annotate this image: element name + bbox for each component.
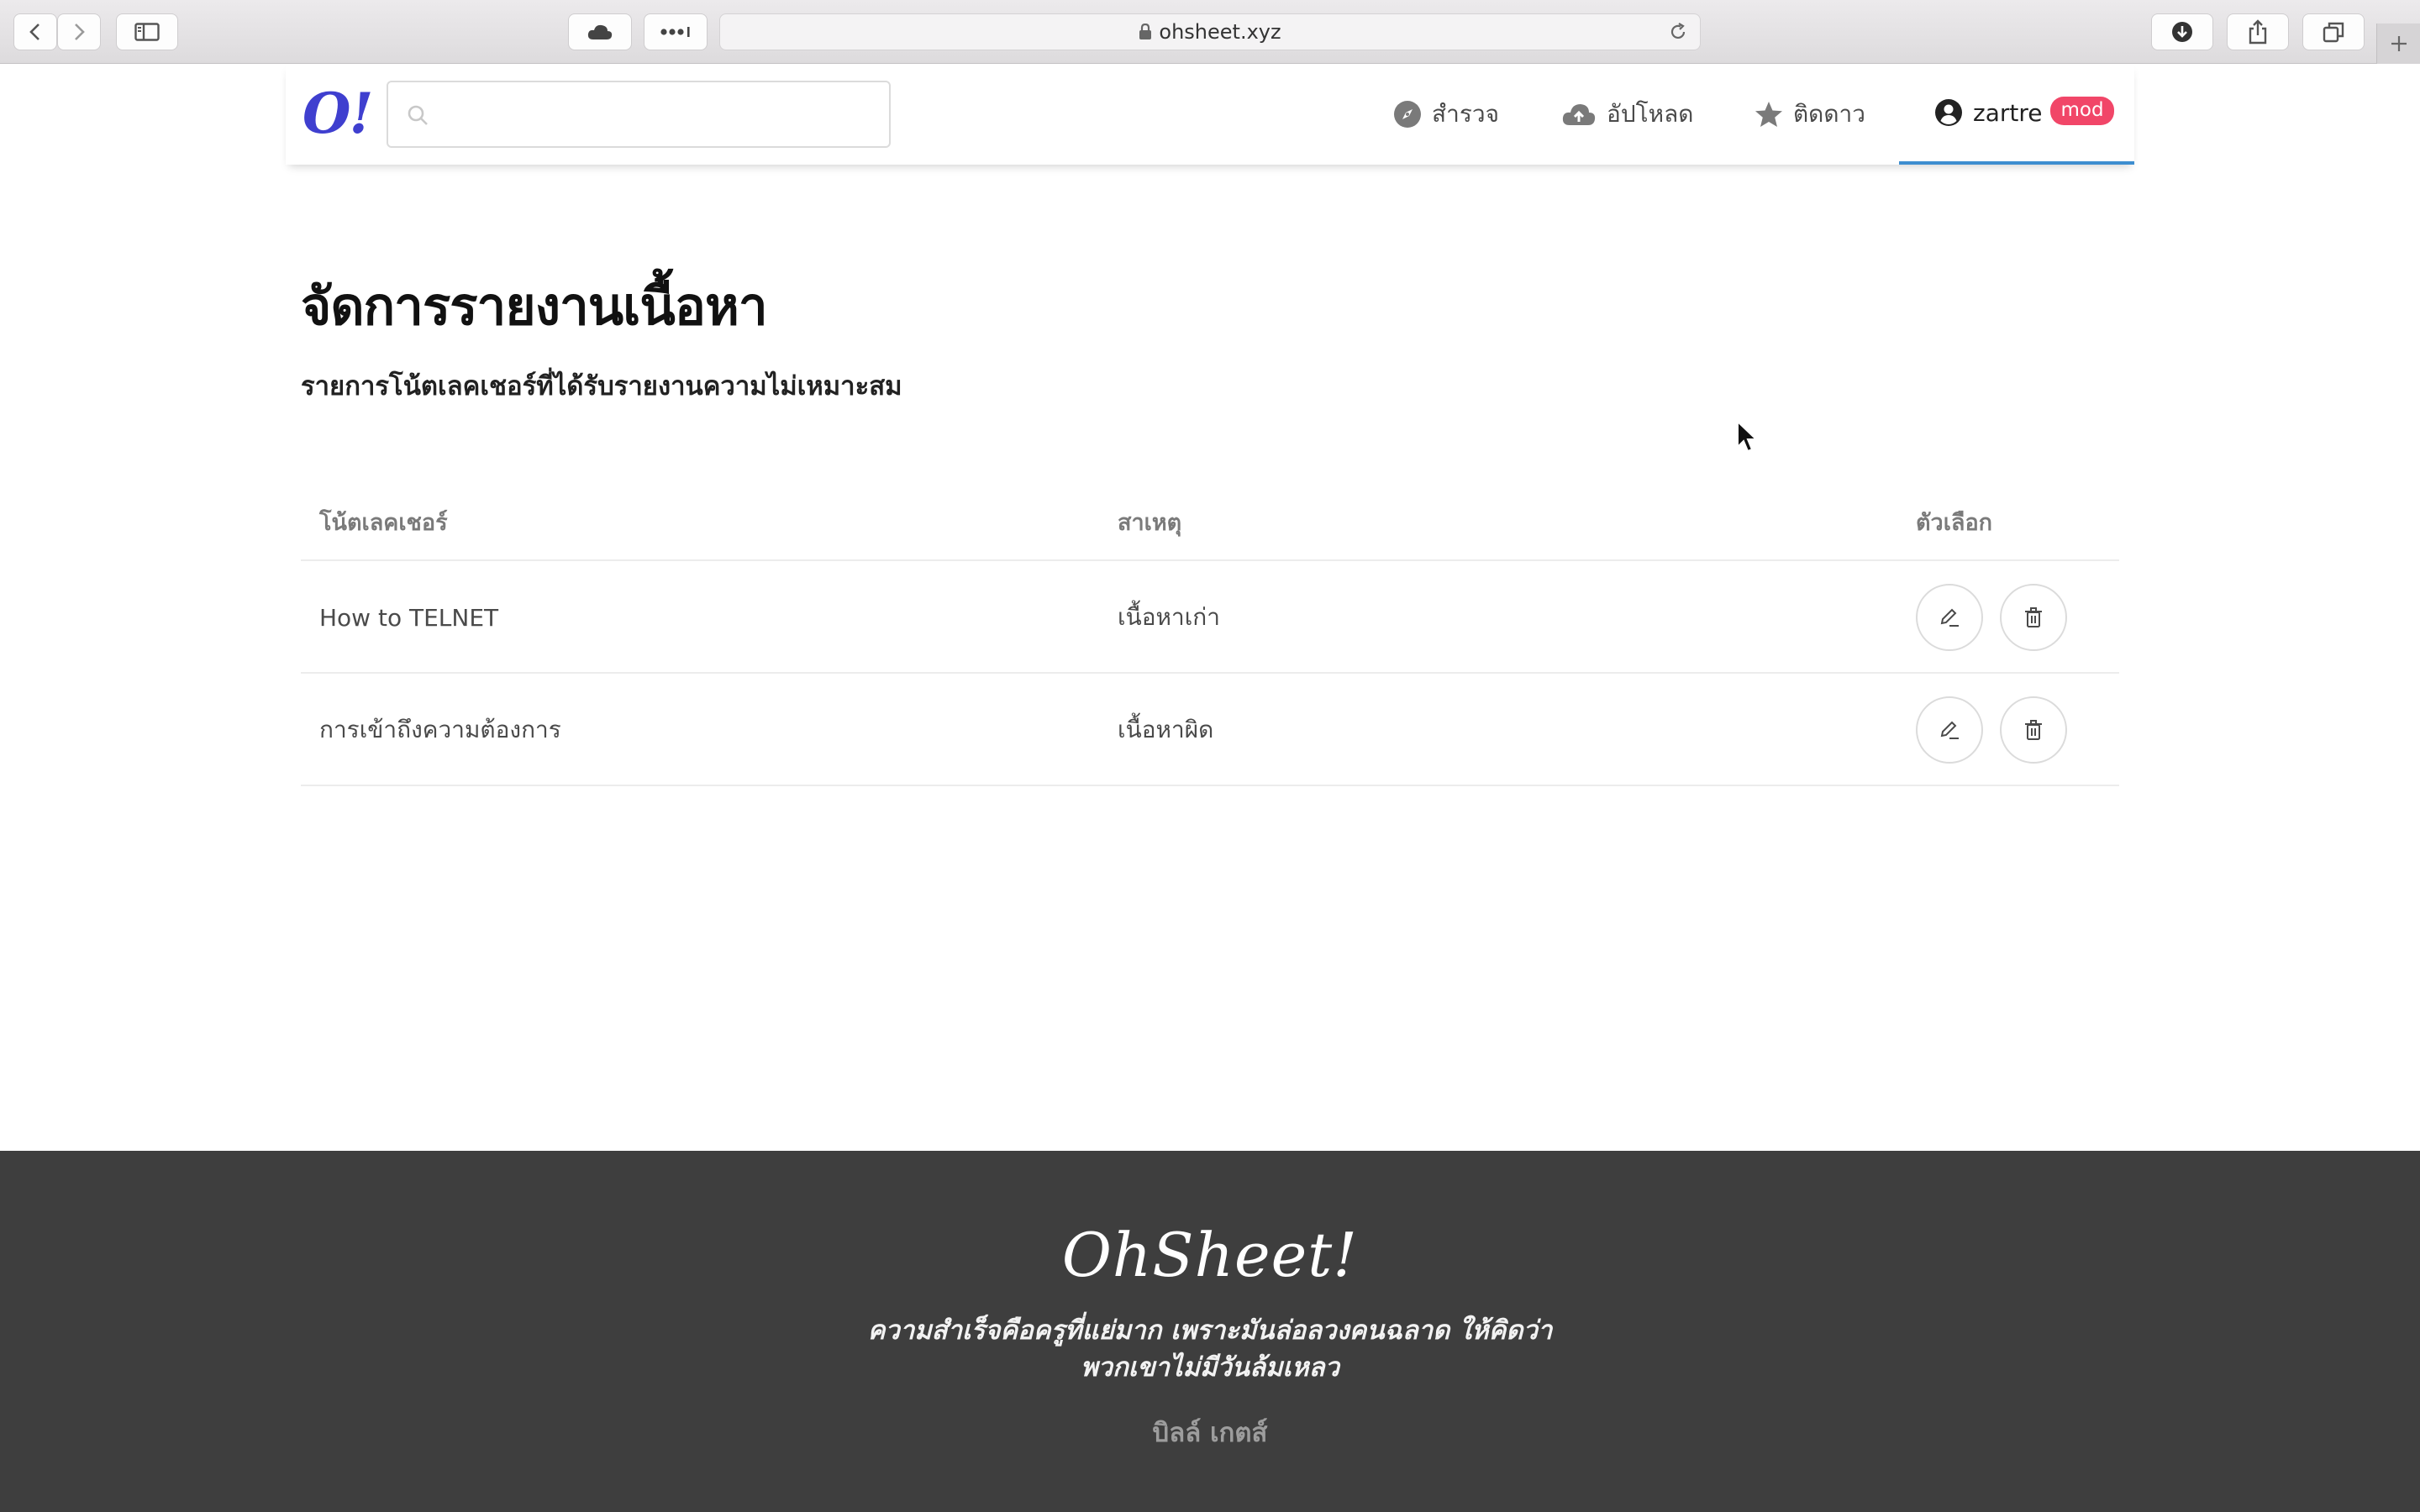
nav-explore[interactable]: สำรวจ — [1393, 64, 1499, 165]
sidebar-icon — [134, 23, 160, 41]
nav-user-profile[interactable]: zartre mod — [1899, 64, 2134, 165]
site-navbar: O! สำรวจ อัปโหลด ติดดาว zartre mod — [286, 64, 2134, 165]
footer-quote-author: บิลล์ เกตส์ — [1152, 1418, 1268, 1448]
mouse-pointer-icon — [1736, 419, 1759, 457]
download-icon — [2172, 22, 2192, 42]
cloud-upload-icon — [1561, 102, 1597, 127]
nav-upload-label: อัปโหลด — [1607, 100, 1694, 128]
sidebar-toggle-button[interactable] — [116, 13, 178, 50]
share-icon — [2249, 19, 2267, 45]
column-header-note: โน้ตเลคเชอร์ — [319, 510, 448, 536]
footer-quote: ความสำเร็จคือครูที่แย่มาก เพราะมันล่อลวง… — [0, 1312, 2420, 1386]
address-bar[interactable]: ohsheet.xyz — [719, 13, 1701, 50]
report-reason: เนื้อหาผิด — [1118, 716, 1214, 743]
page-title: จัดการรายงานเนื้อหา — [301, 276, 768, 337]
column-header-options: ตัวเลือก — [1916, 510, 1993, 536]
site-logo[interactable]: O! — [302, 86, 373, 141]
column-header-reason: สาเหตุ — [1118, 510, 1182, 536]
table-header: โน้ตเลคเชอร์ สาเหตุ ตัวเลือก — [301, 487, 2119, 561]
star-icon — [1754, 101, 1783, 128]
footer-brand: OhSheet! — [1061, 1220, 1359, 1290]
reload-icon[interactable] — [1668, 22, 1688, 47]
reports-table: โน้ตเลคเชอร์ สาเหตุ ตัวเลือก How to TELN… — [301, 487, 2119, 786]
cloud-icon — [587, 24, 613, 39]
delete-button[interactable] — [2000, 696, 2067, 764]
footer-quote-line-1: ความสำเร็จคือครูที่แย่มาก เพราะมันล่อลวง… — [867, 1315, 1553, 1346]
share-button[interactable] — [2227, 13, 2289, 50]
edit-button[interactable] — [1916, 584, 1983, 651]
table-row: การเข้าถึงความต้องการ เนื้อหาผิด — [301, 674, 2119, 786]
downloads-button[interactable] — [2151, 13, 2213, 50]
site-footer: OhSheet! ความสำเร็จคือครูที่แย่มาก เพราะ… — [0, 1151, 2420, 1512]
search-box[interactable] — [387, 81, 891, 148]
report-reason: เนื้อหาเก่า — [1118, 603, 1220, 631]
edit-button[interactable] — [1916, 696, 1983, 764]
trash-icon — [2025, 607, 2042, 627]
more-icon — [660, 27, 690, 37]
icloud-tabs-button[interactable] — [568, 13, 632, 50]
trash-icon — [2025, 720, 2042, 740]
new-tab-button[interactable] — [2376, 24, 2420, 64]
delete-button[interactable] — [2000, 584, 2067, 651]
forward-button[interactable] — [57, 13, 101, 50]
lock-icon — [1139, 24, 1152, 40]
search-input[interactable] — [442, 92, 879, 136]
table-row: How to TELNET เนื้อหาเก่า — [301, 561, 2119, 674]
compass-icon — [1393, 100, 1422, 129]
tab-overview-button[interactable] — [2302, 13, 2365, 50]
nav-upload[interactable]: อัปโหลด — [1561, 64, 1693, 165]
reader-options-button[interactable] — [644, 13, 708, 50]
url-text: ohsheet.xyz — [1159, 20, 1281, 44]
note-title[interactable]: How to TELNET — [319, 561, 498, 674]
user-circle-icon — [1934, 98, 1963, 127]
nav-starred[interactable]: ติดดาว — [1754, 64, 1865, 165]
plus-icon — [2391, 36, 2407, 51]
footer-quote-line-2: พวกเขาไม่มีวันล้มเหลว — [1081, 1352, 1339, 1383]
search-icon — [407, 104, 429, 129]
back-button[interactable] — [13, 13, 57, 50]
tabs-icon — [2323, 22, 2344, 43]
pencil-icon — [1940, 608, 1959, 627]
chevron-right-icon — [75, 24, 85, 40]
nav-starred-label: ติดดาว — [1793, 100, 1865, 128]
chevron-left-icon — [29, 24, 39, 40]
username: zartre — [1973, 98, 2043, 127]
browser-toolbar: ohsheet.xyz — [0, 0, 2420, 64]
pencil-icon — [1940, 721, 1959, 739]
role-badge: mod — [2050, 97, 2114, 125]
page-subtitle: รายการโน้ตเลคเชอร์ที่ได้รับรายงานความไม่… — [301, 371, 902, 402]
note-title[interactable]: การเข้าถึงความต้องการ — [319, 674, 561, 786]
nav-explore-label: สำรวจ — [1432, 100, 1499, 128]
